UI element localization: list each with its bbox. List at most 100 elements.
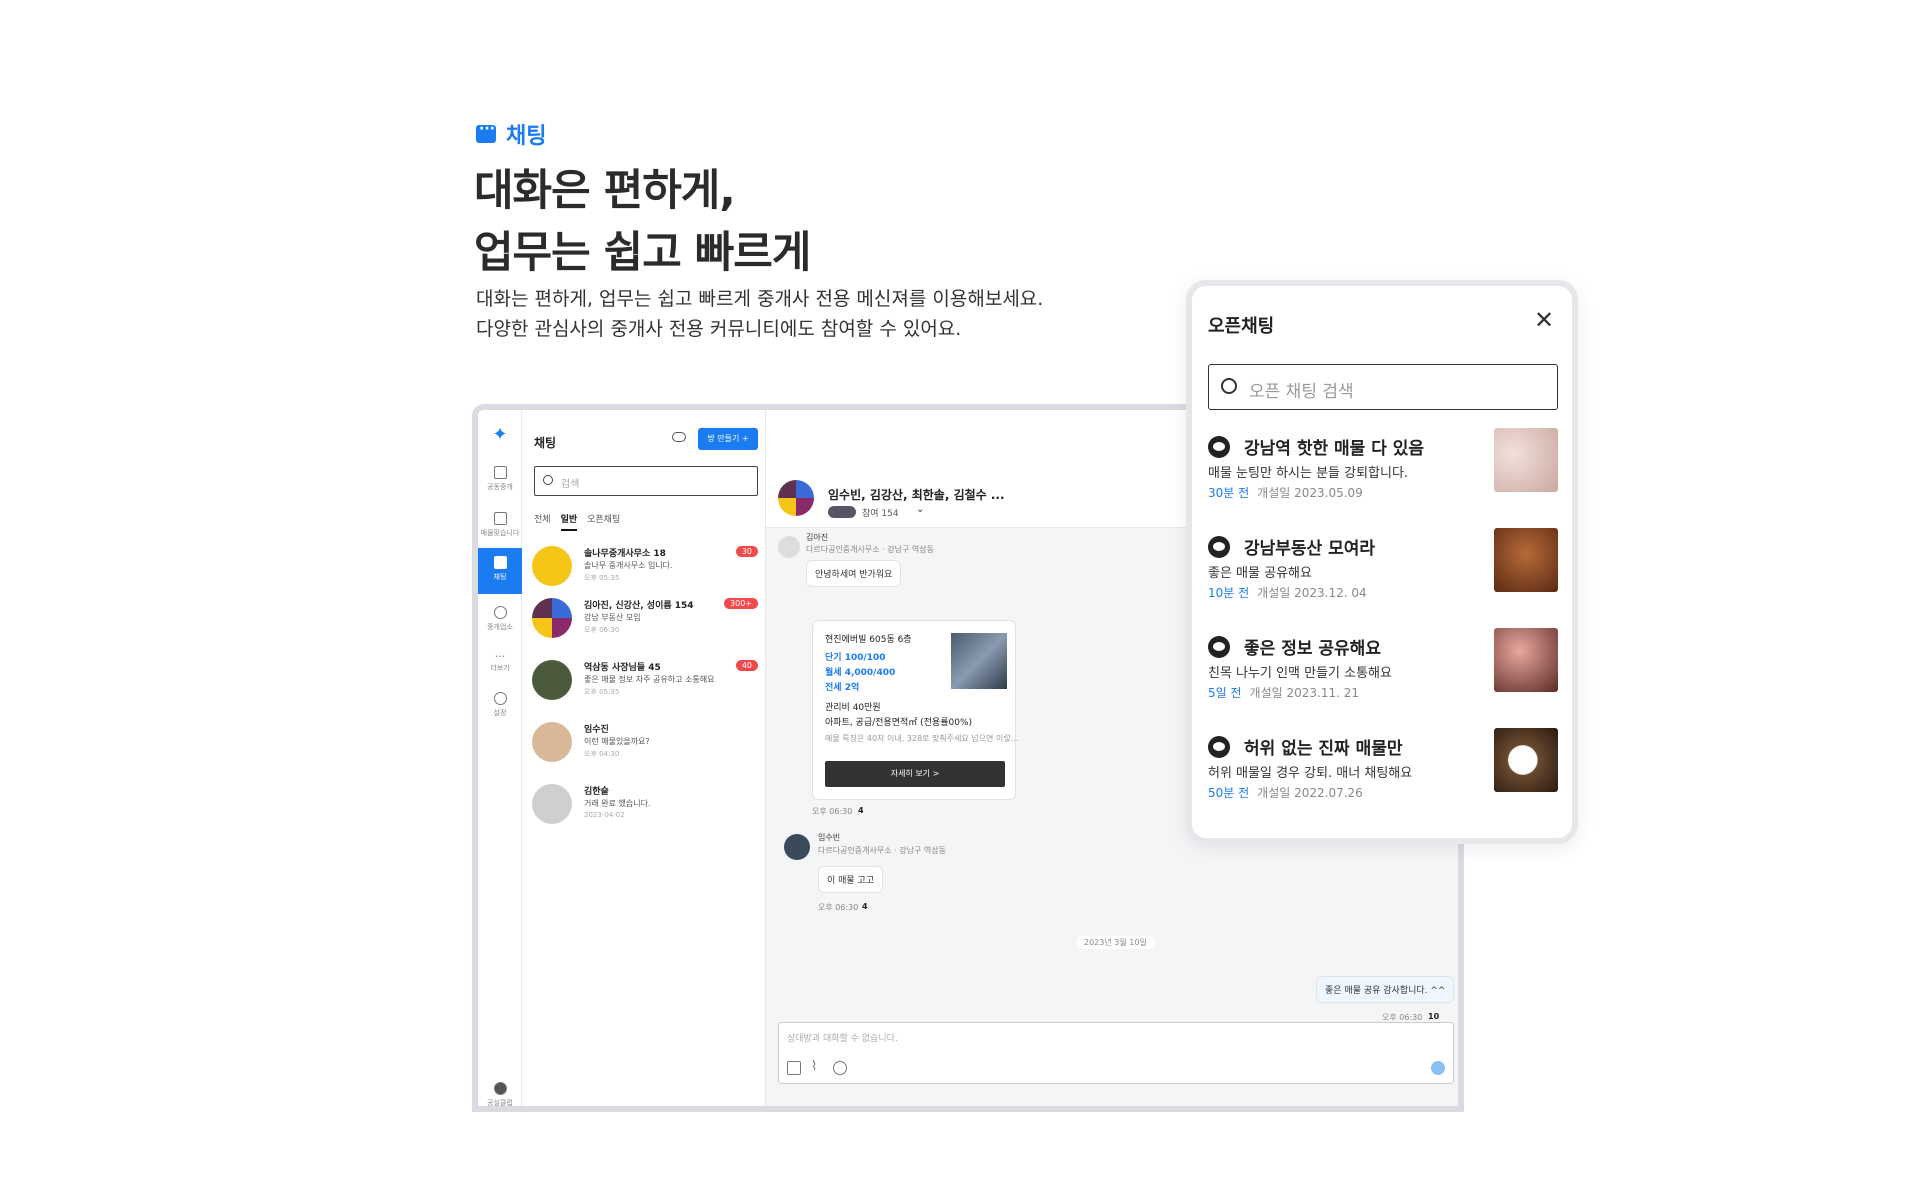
room-photo (1494, 428, 1558, 492)
open-chat-item[interactable]: 강남역 핫한 매물 다 있음 매물 눈팅만 하시는 분들 강퇴합니다. 30분 전 개… (1208, 428, 1558, 504)
chat-room-item[interactable]: 임수진 이런 매물있을까요? 오후 04:30 (532, 720, 758, 772)
room-time: 오후 04:30 (584, 750, 620, 758)
open-chat-title: 강남역 핫한 매물 다 있음 (1244, 439, 1425, 459)
chat-room-item[interactable]: 솔나무중개사무소 18 솔나무 중개사무소 입니다. 오후 05:35 30 (532, 544, 758, 596)
open-chat-opened: 개설일 2022.07.26 (1257, 786, 1363, 800)
sender-org: 다르다공인중개사무소 · 강남구 역삼동 (818, 846, 946, 855)
nav-item-office[interactable]: 중개업소 (478, 606, 522, 632)
nav-label: 매물맞습니다 (480, 529, 520, 537)
message-time: 오후 06:30 (818, 903, 859, 912)
room-name: 솔나무중개사무소 18 (584, 549, 666, 559)
sender-name: 김아진 (806, 533, 829, 542)
side-nav: ✦ 공동중개 매물맞습니다 채팅 중개업소 ··· 더보기 설정 공실클럽 (478, 410, 522, 1106)
hero-title-line1: 대화은 편하게, (474, 166, 736, 216)
detail-button[interactable]: 자세히 보기 > (825, 761, 1005, 787)
chat-search-input[interactable]: 검색 (534, 466, 758, 496)
card-price-short: 단기 100/100 (825, 653, 886, 663)
read-count: 4 (858, 806, 864, 815)
add-icon[interactable] (787, 1061, 801, 1075)
card-fee: 관리비 40만원 (825, 703, 881, 713)
card-note: 매물 특징은 40자 이내, 328로 맞춰주세요 넘으면 이렇... (825, 734, 1019, 743)
open-chat-opened: 개설일 2023.11. 21 (1249, 686, 1359, 700)
nav-item-cobroker[interactable]: 공동중개 (478, 466, 522, 492)
message-time: 오후 06:30 (812, 807, 853, 816)
message-composer[interactable]: 상대방과 대화할 수 없습니다. ⌇ (778, 1022, 1454, 1084)
attach-icon[interactable]: ⌇ (811, 1059, 817, 1074)
search-placeholder: 검색 (561, 479, 580, 490)
building-photo (951, 633, 1007, 689)
chat-room-item[interactable]: 김한슬거래 완료 했습니다. 2023-04-02 (532, 782, 758, 834)
open-chat-search-input[interactable]: 오픈 채팅 검색 (1208, 364, 1558, 410)
tab-general[interactable]: 일반 (560, 512, 578, 531)
chat-list-pane: 채팅 방 만들기 + 검색 전체 일반 오픈채팅 솔나무중개사무소 18 솔나무 … (522, 410, 766, 1106)
emoji-icon[interactable] (833, 1061, 847, 1075)
search-icon (543, 475, 553, 485)
nav-item-club[interactable]: 공실클럽 (478, 1082, 522, 1107)
close-icon[interactable]: ✕ (1534, 308, 1554, 332)
open-chat-opened: 개설일 2023.12. 04 (1257, 586, 1367, 600)
open-chat-item[interactable]: 좋은 정보 공유해요 친목 나누기 인맥 만들기 소통해요 5일 전 개설일 2023… (1208, 628, 1558, 704)
chat-room-item[interactable]: 역삼동 사장님들 45 좋은 매물 정보 자주 공유하고 소통해요 오후 05:35… (532, 658, 758, 710)
room-preview: 좋은 매물 정보 자주 공유하고 소통해요 (584, 675, 715, 684)
tab-all[interactable]: 전체 (534, 512, 551, 531)
nav-item-listing[interactable]: 매물맞습니다 (478, 512, 522, 538)
room-preview: 이런 매물있을까요? (584, 737, 650, 746)
nav-label: 설정 (493, 709, 507, 717)
chevron-down-icon[interactable]: ⌄ (916, 504, 924, 515)
card-title: 현진에버빌 605동 6층 (825, 635, 912, 645)
avatar (532, 546, 572, 586)
listing-card[interactable]: 현진에버빌 605동 6층 단기 100/100 월세 4,000/400 전세… (812, 620, 1019, 800)
room-time: 오후 06:30 (584, 626, 620, 634)
new-room-button[interactable]: 방 만들기 + (698, 428, 758, 450)
participant-count[interactable]: 참여 154 (862, 506, 899, 519)
open-chat-item[interactable]: 허위 없는 진짜 매물만 허위 매물일 경우 강퇴. 매너 채팅해요 50분 전 개설… (1208, 728, 1558, 804)
unread-badge: 30 (735, 546, 758, 557)
card-price-jeonse: 전세 2억 (825, 683, 860, 693)
avatar (778, 536, 800, 558)
avatar (532, 660, 572, 700)
room-time: 오후 05:35 (584, 688, 620, 696)
search-placeholder: 오픈 채팅 검색 (1249, 382, 1354, 402)
room-preview: 거래 완료 했습니다. (584, 799, 651, 808)
date-divider: 2023년 3월 10일 (1076, 936, 1155, 949)
plus-box-icon (493, 512, 507, 525)
nav-label: 채팅 (493, 573, 507, 581)
more-icon: ··· (494, 650, 506, 663)
chat-bubble-icon (1208, 636, 1230, 658)
open-chat-desc: 허위 매물일 경우 강퇴. 매너 채팅해요 (1208, 766, 1413, 781)
room-name: 김한슬 (584, 787, 609, 797)
open-chat-title: 좋은 정보 공유해요 (1244, 639, 1381, 659)
avatar (784, 834, 810, 860)
hero-title: 대화은 편하게, 업무는 쉽고 빠르게 (474, 160, 811, 284)
room-photo (1494, 728, 1558, 792)
room-name: 김아진, 신강산, 성이름 154 (584, 601, 694, 611)
unread-badge: 300+ (724, 598, 758, 609)
room-preview: 강남 부동산 모임 (584, 613, 641, 622)
hero-title-line2: 업무는 쉽고 빠르게 (474, 228, 811, 278)
chat-room-item[interactable]: 김아진, 신강산, 성이름 154 강남 부동산 모임오후 06:30 300+ (532, 596, 758, 648)
message-bubble: 안녕하세여 반가워요 (806, 560, 902, 587)
send-icon[interactable] (1431, 1061, 1445, 1075)
nav-item-chat[interactable]: 채팅 (478, 548, 522, 594)
open-chat-ago: 30분 전 (1208, 486, 1250, 500)
open-chat-popup: 오픈채팅 ✕ 오픈 채팅 검색 강남역 핫한 매물 다 있음 매물 눈팅만 하시는… (1186, 280, 1578, 844)
card-price-monthly: 월세 4,000/400 (825, 668, 896, 678)
hero-desc-line2: 다양한 관심사의 중개사 전용 커뮤니티에도 참여할 수 있어요. (476, 318, 962, 340)
nav-item-settings[interactable]: 설정 (478, 692, 522, 718)
chat-icon (493, 556, 507, 569)
room-time: 2023-04-02 (584, 811, 625, 819)
app-logo-icon: ✦ (492, 424, 508, 445)
chat-bubble-icon (1208, 736, 1230, 758)
tab-open-chat[interactable]: 오픈채팅 (587, 512, 620, 531)
participant-avatars (828, 506, 856, 518)
chat-room-title: 임수빈, 김강산, 최한솔, 김철수 ... (828, 488, 1005, 502)
nav-item-more[interactable]: ··· 더보기 (478, 650, 522, 673)
open-chat-desc: 좋은 매물 공유해요 (1208, 566, 1312, 581)
section-tag: 채팅 (476, 118, 546, 150)
open-chat-item[interactable]: 강남부동산 모여라 좋은 매물 공유해요 10분 전 개설일 2023.12. 04 (1208, 528, 1558, 604)
cloud-icon[interactable] (672, 432, 686, 442)
nav-label: 공실클럽 (487, 1099, 513, 1107)
composer-placeholder: 상대방과 대화할 수 없습니다. (787, 1034, 898, 1044)
room-photo (1494, 528, 1558, 592)
chat-bubble-icon (1208, 436, 1230, 458)
